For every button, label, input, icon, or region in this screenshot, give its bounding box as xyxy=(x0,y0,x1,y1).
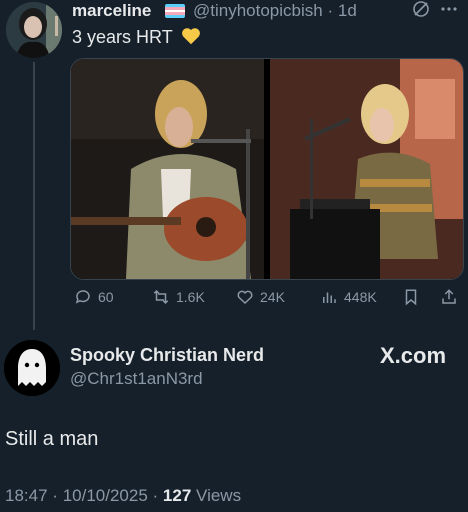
avatar-image xyxy=(6,2,62,58)
heart-icon xyxy=(237,290,253,305)
reply-views-count: 127 xyxy=(162,486,192,505)
author-handle-line: @tinyhotopicbish · 1d xyxy=(193,1,357,21)
reply-author-avatar[interactable] xyxy=(4,340,60,396)
bookmark-icon xyxy=(405,289,417,306)
reply-button[interactable]: 60 xyxy=(74,288,114,306)
reply-views-label: Views xyxy=(196,486,242,505)
post-media[interactable] xyxy=(70,58,464,280)
media-photo-guitarist[interactable] xyxy=(71,59,264,279)
post-action-bar: 60 1.6K 24K 448K xyxy=(74,288,464,310)
author-handle[interactable]: @tinyhotopicbish xyxy=(193,1,323,20)
reply-text: Still a man xyxy=(5,428,99,450)
post-age[interactable]: 1d xyxy=(338,1,357,20)
views-count: 448K xyxy=(344,289,377,305)
bookmark-button[interactable] xyxy=(402,288,420,306)
post-text: 3 years HRT xyxy=(72,27,173,47)
more-options-icon[interactable] xyxy=(440,0,458,23)
no-edit-icon[interactable] xyxy=(412,0,430,23)
reply-icon xyxy=(75,290,90,304)
thread-line xyxy=(33,62,35,330)
reply-count: 60 xyxy=(98,289,114,305)
meta-separator: · xyxy=(52,486,58,505)
views-chart-icon xyxy=(323,292,336,303)
separator: · xyxy=(327,1,334,20)
views-button[interactable]: 448K xyxy=(320,288,377,306)
repost-count: 1.6K xyxy=(176,289,205,305)
author-name[interactable]: marceline xyxy=(72,1,151,21)
author-avatar[interactable] xyxy=(6,2,62,58)
yellow-heart-icon xyxy=(180,25,202,47)
media-photo-pianist[interactable] xyxy=(270,59,463,279)
repost-icon xyxy=(153,289,169,305)
like-button[interactable]: 24K xyxy=(236,288,285,306)
transgender-flag-icon xyxy=(165,4,185,18)
reply-time[interactable]: 18:47 xyxy=(5,486,48,505)
ghost-icon xyxy=(4,340,60,396)
reply-author-handle[interactable]: @Chr1st1anN3rd xyxy=(70,369,203,389)
meta-separator: · xyxy=(152,486,159,505)
repost-button[interactable]: 1.6K xyxy=(152,288,205,306)
share-icon xyxy=(442,289,456,304)
share-button[interactable] xyxy=(440,288,458,306)
reply-date[interactable]: 10/10/2025 xyxy=(63,486,148,505)
x-brand-logo: X.com xyxy=(380,343,447,368)
like-count: 24K xyxy=(260,289,285,305)
reply-author-name[interactable]: Spooky Christian Nerd xyxy=(70,345,264,366)
reply-meta: 18:47 · 10/10/2025 · 127 Views xyxy=(5,486,241,506)
